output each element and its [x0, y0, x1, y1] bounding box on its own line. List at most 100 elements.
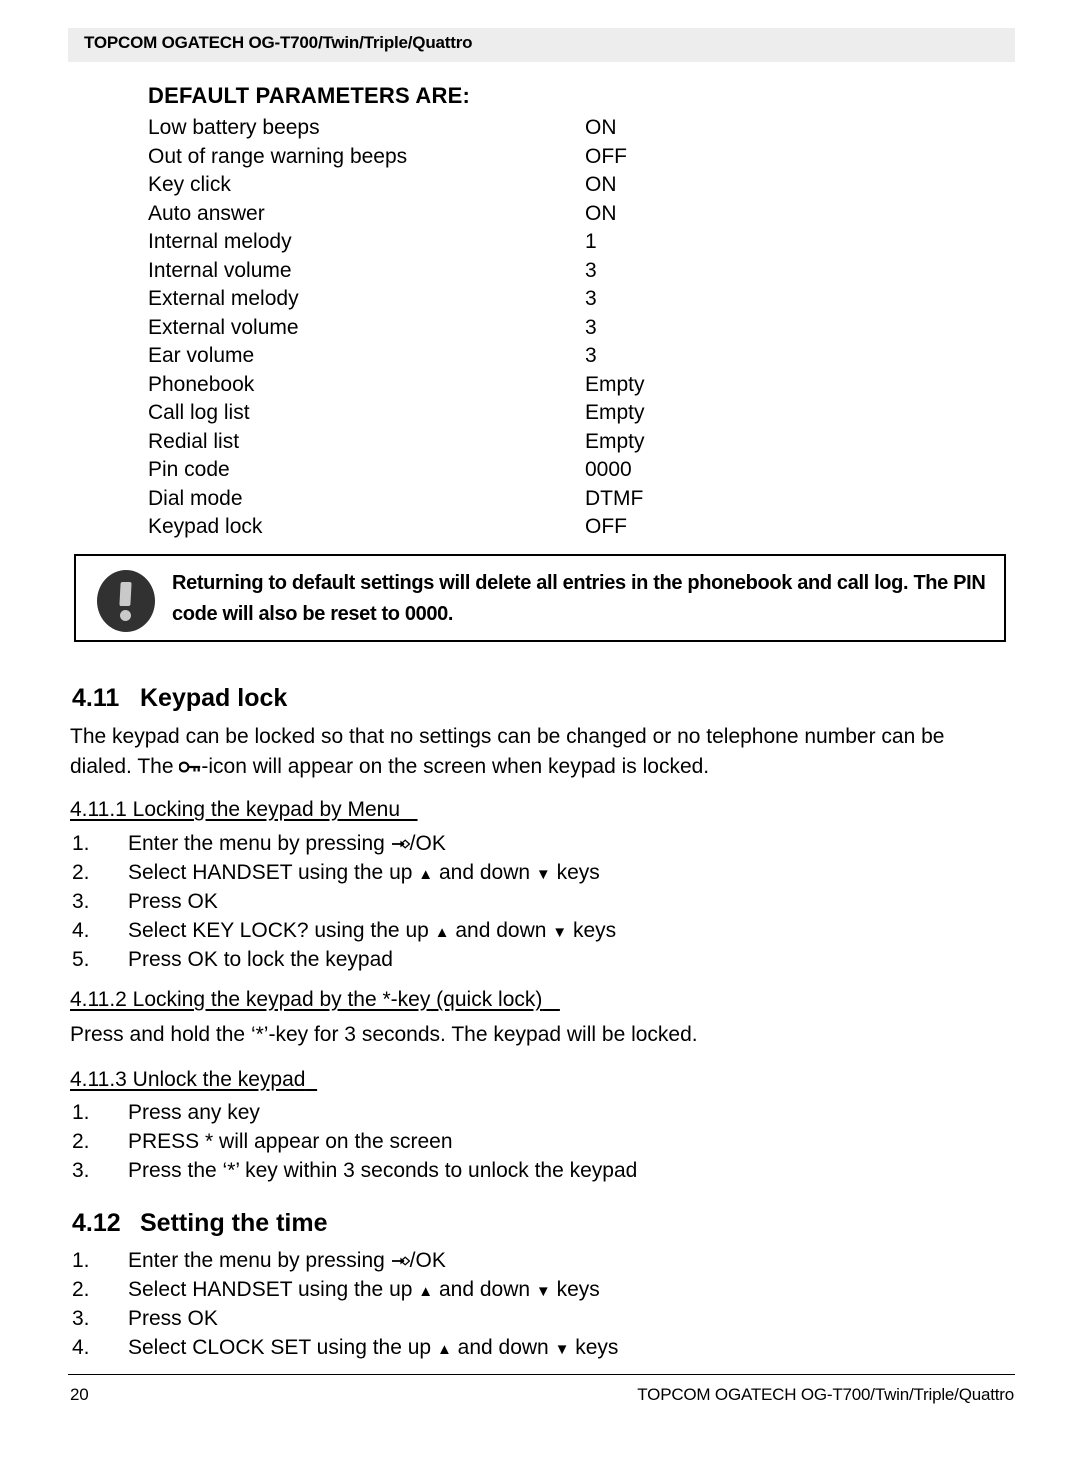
param-label: Key click — [148, 173, 231, 196]
up-triangle-icon: ▲ — [418, 1283, 434, 1300]
param-label: Pin code — [148, 458, 230, 481]
heading-4-11-3: 4.11.3 Unlock the keypad — [70, 1068, 317, 1092]
list-item-number: 1. — [72, 832, 90, 855]
table-row: Ear volume 3 — [148, 342, 708, 371]
list-item-text: Select CLOCK SET using the up ▲ and down… — [128, 1333, 618, 1362]
table-row: Phonebook Empty — [148, 371, 708, 400]
up-triangle-icon: ▲ — [434, 924, 450, 941]
list-item-number: 1. — [72, 1101, 90, 1124]
list-item-number: 2. — [72, 861, 90, 884]
param-label: Dial mode — [148, 486, 243, 510]
list-item-text-mid: and down — [433, 861, 536, 884]
list-item-text-post: keys — [569, 1336, 619, 1359]
list-item-text-pre: Select KEY LOCK? using the up — [128, 919, 435, 942]
table-row: Redial list Empty — [148, 428, 708, 457]
param-label: Internal melody — [148, 230, 292, 253]
table-row: Low battery beeps ON — [148, 114, 708, 143]
heading-4-11-2-label: 4.11.2 Locking the keypad by the *-key (… — [70, 988, 543, 1011]
up-triangle-icon: ▲ — [436, 1341, 452, 1358]
list-item-text: Enter the menu by pressing /OK — [128, 829, 446, 858]
heading-4-12: 4.12 Setting the time — [72, 1209, 328, 1238]
heading-4-11-title: Keypad lock — [140, 684, 288, 712]
up-triangle-icon: ▲ — [418, 866, 434, 883]
list-item-number: 4. — [72, 919, 90, 942]
param-value: 3 — [585, 315, 597, 339]
menu-ok-icon — [391, 837, 410, 851]
param-value: OFF — [585, 144, 627, 168]
list-item: 3. Press OK — [72, 1304, 618, 1333]
list-item-text: Press OK to lock the keypad — [128, 948, 393, 971]
list-item-text-mid: and down — [449, 919, 553, 942]
table-row: Dial mode DTMF — [148, 485, 708, 514]
section-4-11-intro-part2: -icon will appear on the screen when key… — [201, 755, 710, 778]
param-value: Empty — [585, 429, 645, 453]
param-value: ON — [585, 116, 617, 139]
list-item-number: 4. — [72, 1336, 90, 1359]
list-item-text-pre: Enter the menu by pressing — [128, 832, 391, 855]
list-item-text: Press OK — [128, 890, 218, 913]
list-item-text-post: keys — [567, 919, 617, 942]
param-label: Low battery beeps — [148, 116, 320, 139]
list-item-text: Press any key — [128, 1101, 260, 1124]
heading-4-11-1-label: 4.11.1 Locking the keypad by Menu — [70, 798, 401, 821]
param-label: Out of range warning beeps — [148, 144, 408, 168]
param-value: Empty — [585, 372, 645, 396]
table-row: Call log list Empty — [148, 399, 708, 428]
list-item-text: PRESS * will appear on the screen — [128, 1130, 453, 1153]
param-label: Call log list — [148, 401, 250, 424]
param-value: ON — [585, 173, 617, 196]
list-item: 2. Select HANDSET using the up ▲ and dow… — [72, 1275, 618, 1304]
list-item-text: Enter the menu by pressing /OK — [128, 1246, 446, 1275]
list-4-11-1: 1. Enter the menu by pressing /OK 2. Sel… — [72, 829, 616, 974]
list-item-number: 3. — [72, 890, 90, 913]
list-item: 1. Enter the menu by pressing /OK — [72, 829, 616, 858]
list-item-text: Select KEY LOCK? using the up ▲ and down… — [128, 916, 616, 945]
param-value: DTMF — [585, 486, 644, 510]
list-item-number: 3. — [72, 1307, 90, 1330]
running-header-title: TOPCOM OGATECH OG-T700/Twin/Triple/Quatt… — [84, 33, 473, 52]
list-item-text-pre: Enter the menu by pressing — [128, 1249, 391, 1272]
heading-4-11: 4.11 Keypad lock — [72, 684, 287, 713]
heading-4-12-number: 4.12 — [72, 1209, 121, 1237]
list-item-number: 5. — [72, 948, 90, 971]
list-item-text: Select HANDSET using the up ▲ and down ▼… — [128, 858, 600, 887]
list-item: 2. Select HANDSET using the up ▲ and dow… — [72, 858, 616, 887]
param-label: Redial list — [148, 429, 240, 453]
exclamation-stem — [119, 582, 132, 606]
param-label: Phonebook — [148, 372, 255, 396]
param-label: Auto answer — [148, 201, 265, 225]
param-value: OFF — [585, 515, 627, 538]
list-4-12: 1. Enter the menu by pressing /OK 2. Sel… — [72, 1246, 618, 1362]
list-item-text: Press OK — [128, 1307, 218, 1330]
param-label: Ear volume — [148, 344, 255, 367]
section-4-11-2-body: Press and hold the ‘*’-key for 3 seconds… — [70, 1023, 698, 1046]
table-row: Internal volume 3 — [148, 257, 708, 286]
down-triangle-icon: ▼ — [535, 1283, 551, 1300]
heading-4-11-1: 4.11.1 Locking the keypad by Menu — [70, 798, 418, 822]
footer-page-number: 20 — [70, 1385, 89, 1404]
param-value: 3 — [585, 344, 597, 367]
menu-ok-icon — [391, 1254, 410, 1268]
heading-4-11-3-label: 4.11.3 Unlock the keypad — [70, 1068, 306, 1091]
list-item: 3. Press the ‘*’ key within 3 seconds to… — [72, 1156, 637, 1185]
table-row: Pin code 0000 — [148, 456, 708, 485]
heading-4-11-2: 4.11.2 Locking the keypad by the *-key (… — [70, 988, 560, 1012]
list-item-number: 2. — [72, 1278, 90, 1301]
table-row: Keypad lock OFF — [148, 513, 708, 542]
list-item-number: 1. — [72, 1249, 90, 1272]
table-row: External melody 3 — [148, 285, 708, 314]
list-item-text-post: /OK — [409, 1249, 446, 1272]
heading-4-11-1-underline-tail — [400, 798, 418, 821]
table-row: External volume 3 — [148, 314, 708, 343]
param-value: 3 — [585, 258, 597, 282]
heading-4-11-number: 4.11 — [72, 684, 120, 712]
list-item: 4. Select CLOCK SET using the up ▲ and d… — [72, 1333, 618, 1362]
list-item-text: Press the ‘*’ key within 3 seconds to un… — [128, 1159, 638, 1182]
warning-box: Returning to default settings will delet… — [74, 554, 1006, 642]
table-row: Key click ON — [148, 171, 708, 200]
down-triangle-icon: ▼ — [554, 1341, 570, 1358]
list-item: 5. Press OK to lock the keypad — [72, 945, 616, 974]
param-label: External volume — [148, 315, 299, 339]
param-value: 3 — [585, 287, 597, 310]
list-item: 1. Press any key — [72, 1098, 637, 1127]
